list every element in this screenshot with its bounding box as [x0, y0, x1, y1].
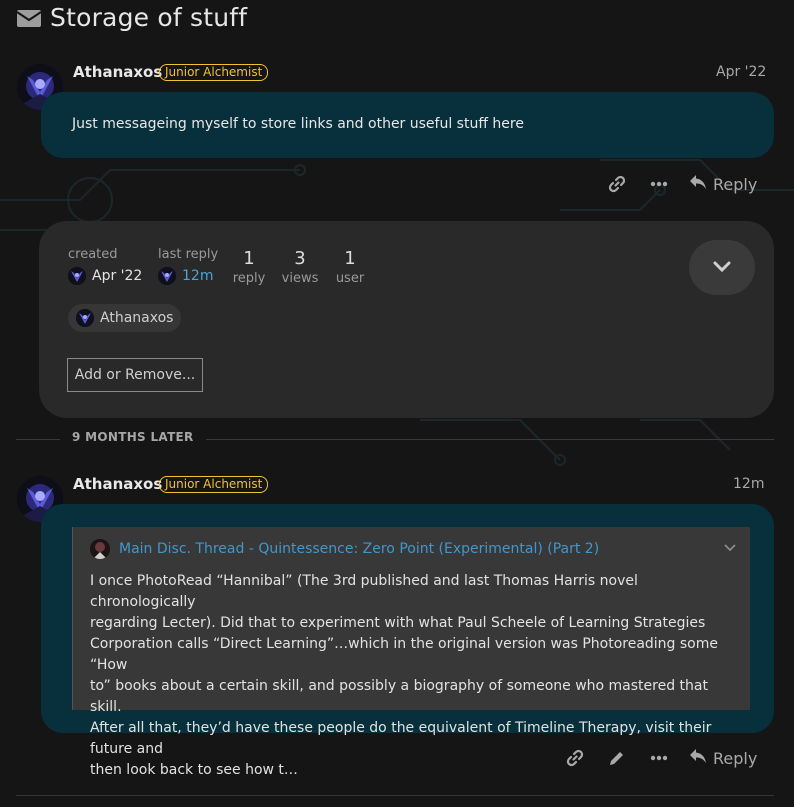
participant-chip[interactable]: Athanaxos [68, 304, 182, 332]
user-title-badge: Junior Alchemist [159, 64, 269, 81]
last-reply-label: last reply [158, 247, 219, 262]
link-icon[interactable] [606, 173, 628, 195]
chevron-down-icon [713, 258, 731, 277]
reply-label: Reply [713, 174, 758, 194]
edit-pencil-icon[interactable] [606, 747, 628, 769]
post-actions: Reply [606, 173, 757, 195]
topic-map: created Apr '22 last reply 12m 1 reply 3… [39, 221, 774, 418]
user-title-badge: Junior Alchemist [159, 476, 269, 493]
post-body: Just messageing myself to store links an… [41, 92, 774, 158]
last-reply-value[interactable]: 12m [158, 267, 213, 285]
avatar [76, 309, 94, 327]
created-label: created [68, 247, 118, 262]
envelope-icon [16, 7, 42, 29]
quote-header: Main Disc. Thread - Quintessence: Zero P… [90, 539, 599, 559]
add-or-remove-button[interactable]: Add or Remove... [67, 358, 203, 392]
created-value[interactable]: Apr '22 [68, 267, 142, 285]
reply-button[interactable]: Reply [689, 174, 757, 194]
stat-replies-label: reply [232, 271, 266, 286]
quote-line: to” books about a certain skill, and pos… [90, 678, 708, 715]
quote-line: Corporation calls “Direct Learning”…whic… [90, 636, 718, 673]
created-date: Apr '22 [92, 268, 143, 284]
reply-button[interactable]: Reply [689, 748, 757, 768]
stat-users-count: 1 [344, 248, 356, 269]
quote-line: I once PhotoRead “Hannibal” (The 3rd pub… [90, 573, 638, 610]
topic-title: Storage of stuff [50, 3, 248, 32]
reply-label: Reply [713, 748, 758, 768]
quote-title-link[interactable]: Main Disc. Thread - Quintessence: Zero P… [119, 541, 599, 557]
link-icon[interactable] [564, 747, 586, 769]
topic-page: Storage of stuff Athanaxos Junior Alchem… [0, 0, 794, 807]
post-username[interactable]: Athanaxos [73, 63, 162, 81]
topic-header: Storage of stuff [16, 3, 247, 32]
post-date[interactable]: 12m [733, 476, 764, 492]
stat-views-label: views [281, 271, 319, 286]
quoted-post: Main Disc. Thread - Quintessence: Zero P… [72, 527, 750, 778]
avatar [158, 267, 176, 285]
post-actions: Reply [564, 747, 757, 769]
stat-users-label: user [335, 271, 365, 286]
avatar [68, 267, 86, 285]
reply-icon [689, 174, 707, 194]
stat-views-count: 3 [294, 248, 306, 269]
reply-icon [689, 748, 707, 768]
stat-replies-count: 1 [243, 248, 255, 269]
post-date[interactable]: Apr '22 [716, 64, 766, 80]
post-text: Just messageing myself to store links an… [72, 116, 524, 132]
post-divider [16, 795, 774, 796]
chevron-down-icon[interactable] [722, 539, 738, 555]
post-username[interactable]: Athanaxos [73, 475, 162, 493]
time-gap-label: 9 MONTHS LATER [60, 430, 206, 444]
last-reply-date: 12m [182, 268, 214, 284]
participant-name: Athanaxos [100, 310, 174, 326]
quote-line: regarding Lecter). Did that to experimen… [90, 615, 706, 631]
expand-topic-map-button[interactable] [689, 240, 755, 295]
post-body: Main Disc. Thread - Quintessence: Zero P… [41, 504, 774, 778]
more-options-icon[interactable] [648, 173, 670, 195]
avatar [90, 539, 110, 559]
more-options-icon[interactable] [648, 747, 670, 769]
